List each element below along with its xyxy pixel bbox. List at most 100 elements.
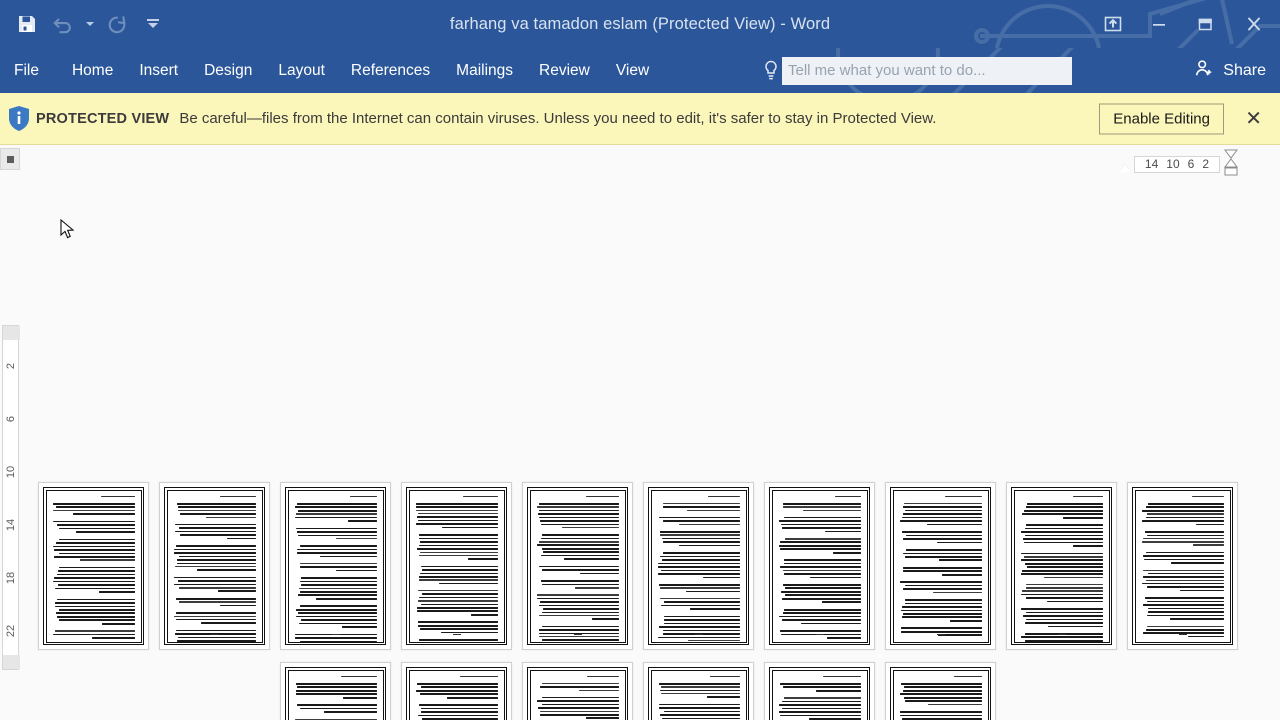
protected-view-bar: PROTECTED VIEW Be careful—files from the…: [0, 93, 1280, 145]
tab-file[interactable]: File: [0, 48, 59, 93]
vertical-ruler-cap-top: [3, 326, 20, 340]
ruler-number: 22: [5, 624, 18, 637]
page-border-outer: [648, 667, 749, 720]
ruler-number: 2: [5, 363, 18, 370]
page-text-area: [771, 669, 868, 720]
page-text-area: [1134, 489, 1231, 643]
page-thumbnail[interactable]: [280, 482, 391, 650]
tab-review[interactable]: Review: [526, 48, 603, 93]
page-thumbnail[interactable]: [643, 482, 754, 650]
undo-icon[interactable]: [46, 8, 80, 40]
page-border-outer: [406, 667, 507, 720]
page-number-mark: [886, 622, 995, 640]
page-number-mark: [1128, 622, 1237, 640]
undo-dropdown-icon[interactable]: [82, 8, 98, 40]
redo-icon[interactable]: [100, 8, 134, 40]
indent-markers[interactable]: [1222, 149, 1238, 179]
page-thumbnail[interactable]: [522, 482, 633, 650]
customize-quick-access-icon[interactable]: [136, 8, 170, 40]
document-workspace[interactable]: 14 10 6 2 2 6 10 14 18 22: [0, 145, 1280, 720]
page-thumbnail[interactable]: [885, 482, 996, 650]
page-number-mark: [765, 622, 874, 640]
page-text-area: [771, 489, 868, 643]
tab-view[interactable]: View: [603, 48, 662, 93]
tell-me-container[interactable]: [760, 48, 1072, 93]
page-number-mark: [402, 622, 511, 640]
page-text-area: [529, 669, 626, 720]
page-thumbnail[interactable]: [885, 662, 996, 720]
page-thumbnail[interactable]: [401, 482, 512, 650]
horizontal-ruler-track[interactable]: 14 10 6 2: [1118, 155, 1220, 173]
page-thumbnail[interactable]: [401, 662, 512, 720]
page-thumbnail-grid[interactable]: [38, 482, 1280, 720]
minimize-icon[interactable]: [1136, 0, 1182, 48]
page-thumbnail[interactable]: [764, 482, 875, 650]
page-thumbnail[interactable]: [643, 662, 754, 720]
ruler-number: 10: [1166, 157, 1180, 171]
lightbulb-icon: [760, 48, 782, 93]
page-number-mark: [1007, 622, 1116, 640]
tab-home[interactable]: Home: [59, 48, 126, 93]
tab-design[interactable]: Design: [191, 48, 265, 93]
window-title: farhang va tamadon eslam (Protected View…: [449, 15, 831, 33]
tab-layout[interactable]: Layout: [265, 48, 338, 93]
save-icon[interactable]: [10, 8, 44, 40]
page-text-area: [287, 669, 384, 720]
page-thumbnail[interactable]: [38, 482, 149, 650]
horizontal-ruler[interactable]: 14 10 6 2: [1118, 149, 1238, 179]
page-thumbnail[interactable]: [280, 662, 391, 720]
page-number-mark: [523, 622, 632, 640]
right-indent-marker-icon[interactable]: [1118, 163, 1131, 172]
page-text-area: [529, 489, 626, 643]
ruler-number: 14: [1144, 157, 1159, 171]
page-thumbnail[interactable]: [1127, 482, 1238, 650]
page-number-mark: [160, 622, 269, 640]
page-text-area: [892, 489, 989, 643]
page-thumbnail[interactable]: [522, 662, 633, 720]
window-controls[interactable]: [1090, 0, 1280, 48]
ruler-number: 14: [5, 518, 18, 532]
page-number-mark: [644, 622, 753, 640]
ruler-number: 10: [5, 465, 18, 479]
title-bar: farhang va tamadon eslam (Protected View…: [0, 0, 1280, 48]
ruler-number: 6: [1187, 157, 1195, 171]
vertical-ruler[interactable]: 2 6 10 14 18 22: [2, 325, 20, 670]
ruler-number: 2: [1202, 157, 1209, 171]
ruler-number: 6: [5, 416, 18, 423]
page-thumbnail[interactable]: [1006, 482, 1117, 650]
close-message-bar-icon[interactable]: ✕: [1245, 109, 1262, 129]
page-text-area: [650, 669, 747, 720]
page-thumbnail[interactable]: [159, 482, 270, 650]
vertical-ruler-numbers: 2 6 10 14 18 22: [3, 340, 20, 657]
ribbon-display-options-icon[interactable]: [1090, 0, 1136, 48]
page-number-mark: [281, 622, 390, 640]
page-border-outer: [890, 667, 991, 720]
tab-insert[interactable]: Insert: [126, 48, 191, 93]
page-text-area: [166, 489, 263, 643]
ribbon-tabs[interactable]: File Home Insert Design Layout Reference…: [0, 48, 662, 93]
page-number-mark: [39, 622, 148, 640]
page-text-area: [287, 489, 384, 643]
ribbon-tab-bar: File Home Insert Design Layout Reference…: [0, 48, 1280, 93]
tab-stop-selector[interactable]: [0, 148, 20, 170]
page-text-area: [1013, 489, 1110, 643]
search-input[interactable]: [782, 56, 1072, 85]
page-thumbnail[interactable]: [764, 662, 875, 720]
tab-mailings[interactable]: Mailings: [443, 48, 526, 93]
ruler-number: 18: [5, 571, 18, 584]
share-label: Share: [1223, 61, 1266, 79]
share-person-icon: [1193, 58, 1215, 83]
vertical-ruler-cap-bottom: [3, 655, 20, 669]
page-border-outer: [769, 667, 870, 720]
share-button[interactable]: Share: [1193, 48, 1266, 93]
restore-icon[interactable]: [1182, 0, 1228, 48]
page-text-area: [892, 669, 989, 720]
page-text-area: [408, 489, 505, 643]
quick-access-toolbar[interactable]: [0, 0, 170, 48]
mouse-pointer-icon: [60, 219, 75, 239]
tab-references[interactable]: References: [338, 48, 443, 93]
page-text-area: [408, 669, 505, 720]
close-icon[interactable]: [1228, 0, 1280, 48]
enable-editing-button[interactable]: Enable Editing: [1099, 103, 1224, 134]
page-text-area: [650, 489, 747, 643]
